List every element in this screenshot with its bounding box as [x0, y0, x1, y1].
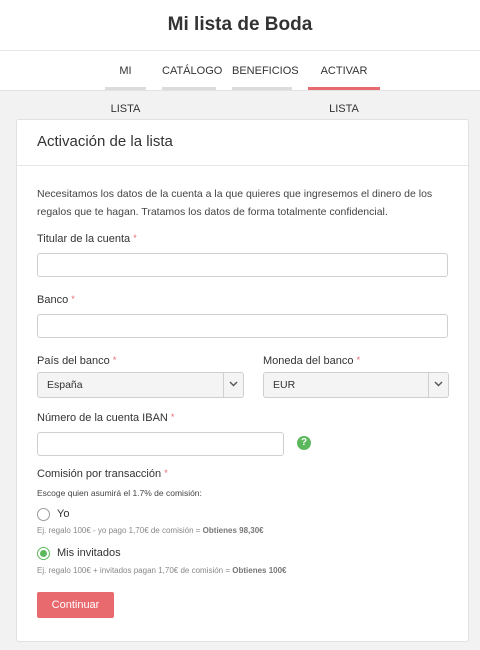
iban-label: Número de la cuenta IBAN * — [37, 412, 175, 424]
tab-underline — [232, 87, 292, 90]
page-title: Mi lista de Boda — [167, 14, 313, 35]
tab-label: ACTIVAR LISTA — [320, 65, 368, 115]
bank-currency-label: Moneda del banco * — [263, 355, 361, 367]
required-mark: * — [356, 355, 361, 365]
tab-underline-active — [308, 87, 380, 90]
tab-activar-lista[interactable]: ACTIVAR LISTA — [308, 52, 380, 115]
required-mark: * — [170, 412, 175, 422]
chevron-down-icon — [223, 373, 243, 397]
radio-example-mis-invitados: Ej. regalo 100€ + invitados pagan 1,70€ … — [37, 566, 287, 575]
page-header: Mi lista de Boda MI LISTA CATÁLOGO BENEF… — [0, 0, 480, 115]
main-nav: MI LISTA CATÁLOGO BENEFICIOS ACTIVAR LIS… — [0, 52, 480, 115]
tab-underline — [105, 87, 146, 90]
question-circle-icon[interactable]: ? — [297, 436, 311, 450]
radio-mis-invitados[interactable] — [37, 547, 50, 560]
radio-label-yo[interactable]: Yo — [57, 508, 69, 520]
bank-input[interactable] — [37, 314, 448, 338]
account-holder-input[interactable] — [37, 253, 448, 277]
bank-country-select[interactable]: España — [37, 372, 244, 398]
example-result: Obtienes 100€ — [232, 566, 287, 575]
form-intro: Necesitamos los datos de la cuenta a la … — [37, 188, 433, 218]
chevron-down-icon — [428, 373, 448, 397]
tab-catalogo[interactable]: CATÁLOGO — [162, 52, 222, 90]
tab-label: CATÁLOGO — [162, 65, 223, 77]
bank-country-value: España — [47, 379, 83, 391]
tab-label: MI LISTA — [110, 65, 141, 115]
required-mark: * — [71, 294, 75, 304]
commission-label: Comisión por transacción * — [37, 468, 168, 480]
commission-subtitle: Escoge quien asumirá el 1.7% de comisión… — [37, 488, 202, 498]
form-title: Activación de la lista — [37, 133, 173, 150]
required-mark: * — [133, 233, 137, 243]
required-mark: * — [112, 355, 117, 365]
tab-mi-lista[interactable]: MI LISTA — [105, 52, 146, 115]
example-result: Obtienes 98,30€ — [202, 526, 264, 535]
tab-underline — [162, 87, 216, 90]
bank-currency-value: EUR — [273, 379, 296, 391]
tab-beneficios[interactable]: BENEFICIOS — [232, 52, 299, 90]
required-mark: * — [164, 468, 168, 478]
radio-example-yo: Ej. regalo 100€ - yo pago 1,70€ de comis… — [37, 526, 264, 535]
continue-button[interactable]: Continuar — [37, 592, 114, 618]
bank-country-label: País del banco * — [37, 355, 117, 367]
bank-currency-select[interactable]: EUR — [263, 372, 449, 398]
iban-input[interactable] — [37, 432, 284, 456]
header-divider — [0, 50, 480, 51]
activation-form-card: Activación de la lista Necesitamos los d… — [16, 119, 469, 642]
card-divider — [17, 165, 468, 166]
radio-label-mis-invitados[interactable]: Mis invitados — [57, 547, 121, 559]
account-holder-label: Titular de la cuenta * — [37, 233, 137, 245]
tab-label: BENEFICIOS — [232, 65, 299, 77]
radio-yo[interactable] — [37, 508, 50, 521]
bank-label: Banco * — [37, 294, 75, 306]
